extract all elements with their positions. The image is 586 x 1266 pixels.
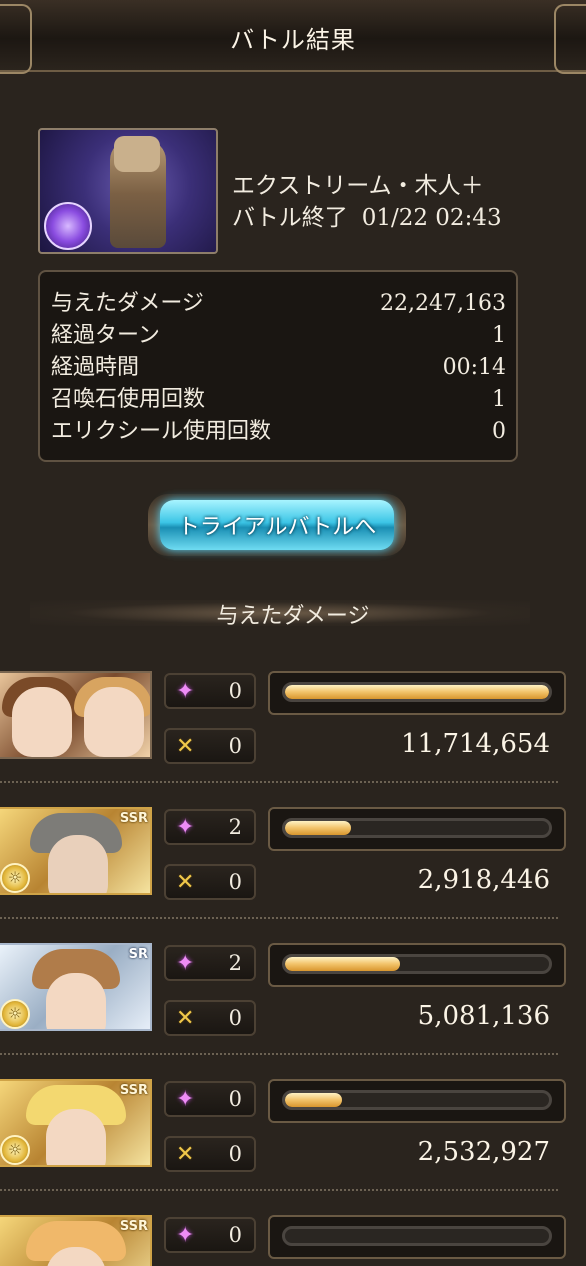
portrait-face: [84, 687, 144, 757]
stat-label: エリクシール使用回数: [51, 419, 272, 444]
damage-bar: [268, 671, 566, 715]
skill-count-value: 2: [228, 815, 242, 839]
skill-count: ✦ 0: [164, 1217, 256, 1253]
ougi-count-value: 0: [228, 1006, 242, 1030]
trial-battle-button-label: トライアルバトルへ: [160, 500, 394, 550]
party-member-row: SSR ☼ ✦ 2 ✕ 0 2,918,446: [0, 807, 586, 941]
party-member-row: ✦ 0 ✕ 0 11,714,654: [0, 671, 586, 805]
crossed-swords-icon: ✕: [176, 869, 195, 895]
skill-count: ✦ 2: [164, 809, 256, 845]
stat-label: 召喚石使用回数: [51, 387, 206, 412]
ougi-count: ✕ 0: [164, 1000, 256, 1036]
party-member-row: SR ☼ ✦ 2 ✕ 0 5,081,136: [0, 943, 586, 1077]
rarity-badge: SSR: [119, 1083, 148, 1098]
training-dummy-head: [114, 136, 160, 172]
damage-bar: [268, 943, 566, 987]
character-portrait[interactable]: SR ☼: [0, 943, 152, 1031]
stat-value: 00:14: [442, 355, 506, 380]
damage-bar-track: [282, 1090, 552, 1110]
character-portrait[interactable]: SSR ☼: [0, 807, 152, 895]
damage-bar-fill: [285, 1093, 343, 1107]
skill-count: ✦ 0: [164, 673, 256, 709]
row-divider: [0, 1189, 558, 1191]
ougi-count-value: 0: [228, 1142, 242, 1166]
sparkle-icon: ✦: [176, 678, 195, 704]
crossed-swords-icon: ✕: [176, 1005, 195, 1031]
quest-name: エクストリーム・木人＋: [232, 173, 484, 199]
damage-bar-fill: [285, 821, 351, 835]
damage-bar-track: [282, 818, 552, 838]
stat-row-turns: 経過ターン 1: [51, 320, 506, 352]
header-bar: バトル結果: [0, 0, 586, 74]
character-portrait[interactable]: [0, 671, 152, 759]
skill-count-value: 0: [228, 679, 242, 703]
damage-bar: [268, 1079, 566, 1123]
damage-section-title: 与えたダメージ: [216, 604, 370, 629]
damage-value: 2,532,927: [417, 1137, 550, 1167]
stat-value: 1: [492, 387, 506, 412]
portrait-face: [48, 835, 108, 893]
battle-stats-panel: 与えたダメージ 22,247,163 経過ターン 1 経過時間 00:14 召喚…: [38, 270, 518, 462]
damage-bar-track: [282, 1226, 552, 1246]
page-title: バトル結果: [230, 26, 356, 54]
damage-bar-track: [282, 682, 552, 702]
ougi-count-value: 0: [228, 734, 242, 758]
rarity-badge: SSR: [119, 811, 148, 826]
stat-row-elixir-uses: エリクシール使用回数 0: [51, 416, 506, 448]
stat-row-total-damage: 与えたダメージ 22,247,163: [51, 288, 506, 320]
skill-count-value: 0: [228, 1087, 242, 1111]
rarity-badge: SR: [128, 947, 148, 962]
skill-count: ✦ 2: [164, 945, 256, 981]
ougi-count-value: 0: [228, 870, 242, 894]
rarity-badge: SSR: [119, 1219, 148, 1234]
damage-bar: [268, 807, 566, 851]
quest-image: [38, 128, 218, 254]
damage-bar-track: [282, 954, 552, 974]
ougi-count: ✕ 0: [164, 1136, 256, 1172]
trial-battle-button[interactable]: トライアルバトルへ: [148, 494, 406, 556]
sparkle-icon: ✦: [176, 950, 195, 976]
stat-label: 経過時間: [51, 355, 140, 380]
stat-label: 経過ターン: [51, 323, 160, 348]
crossed-swords-icon: ✕: [176, 1141, 195, 1167]
party-member-row: SSR ☼ ✦ 0 ✕ 0 2,532,927: [0, 1079, 586, 1213]
damage-bar-fill: [285, 685, 549, 699]
damage-value: 5,081,136: [417, 1001, 550, 1031]
sparkle-icon: ✦: [176, 1086, 195, 1112]
sparkle-icon: ✦: [176, 814, 195, 840]
stat-value: 1: [492, 323, 506, 348]
skill-count-value: 2: [228, 951, 242, 975]
portrait-face: [46, 1109, 106, 1165]
damage-value: 11,714,654: [401, 729, 550, 759]
light-element-icon: ☼: [0, 999, 30, 1029]
character-portrait[interactable]: SSR: [0, 1215, 152, 1266]
skill-count: ✦ 0: [164, 1081, 256, 1117]
damage-bar: [268, 1215, 566, 1259]
row-divider: [0, 781, 558, 783]
stat-row-elapsed-time: 経過時間 00:14: [51, 352, 506, 384]
stat-value: 22,247,163: [380, 291, 506, 316]
portrait-face: [12, 687, 72, 757]
crossed-swords-icon: ✕: [176, 733, 195, 759]
party-member-row: SSR ✦ 0: [0, 1215, 586, 1266]
stat-row-summon-uses: 召喚石使用回数 1: [51, 384, 506, 416]
portrait-face: [46, 973, 106, 1029]
skill-count-value: 0: [228, 1223, 242, 1247]
battle-end-label: バトル終了: [232, 205, 348, 231]
light-element-icon: ☼: [0, 1135, 30, 1165]
damage-bar-fill: [285, 957, 400, 971]
stat-label: 与えたダメージ: [51, 291, 204, 316]
damage-value: 2,918,446: [417, 865, 550, 895]
stat-value: 0: [492, 419, 506, 444]
sparkle-icon: ✦: [176, 1222, 195, 1248]
dark-element-orb-icon: [44, 202, 92, 250]
character-portrait[interactable]: SSR ☼: [0, 1079, 152, 1167]
light-element-icon: ☼: [0, 863, 30, 893]
ougi-count: ✕ 0: [164, 864, 256, 900]
row-divider: [0, 1053, 558, 1055]
battle-end-time: 01/22 02:43: [361, 205, 502, 231]
row-divider: [0, 917, 558, 919]
ougi-count: ✕ 0: [164, 728, 256, 764]
battle-end-info: バトル終了 01/22 02:43: [232, 198, 502, 232]
